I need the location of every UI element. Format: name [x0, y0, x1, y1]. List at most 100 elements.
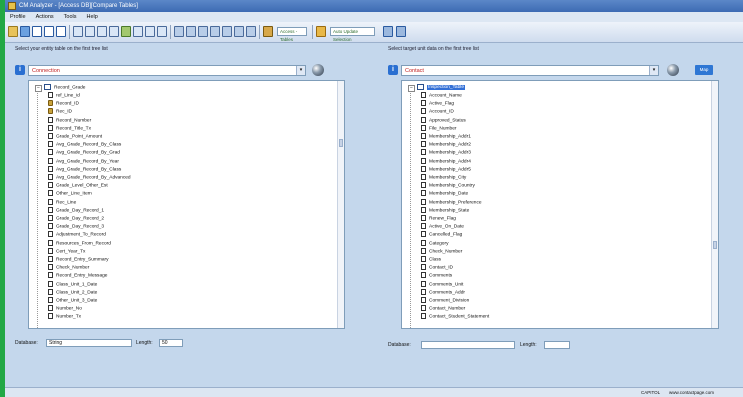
tree-field-node[interactable]: Avg_Grade_Record_By_Class: [48, 165, 121, 173]
view-combo[interactable]: Access - Tables: [277, 27, 307, 42]
map-icon[interactable]: [145, 26, 155, 37]
tree-field-node[interactable]: Record_Title_Tx: [48, 124, 91, 132]
open-icon[interactable]: [8, 26, 18, 37]
tree-field-node[interactable]: Class_Unit_2_Date: [48, 288, 97, 296]
tree-field-node[interactable]: Membership_City: [421, 174, 466, 181]
tree-field-node[interactable]: Membership_Date: [421, 190, 468, 197]
menu-item-help[interactable]: Help: [81, 12, 102, 22]
tree-field-node[interactable]: Resources_From_Record: [48, 239, 111, 247]
tree-field-node[interactable]: Check_Number: [48, 264, 89, 271]
left-database-field[interactable]: String: [46, 339, 132, 347]
tree-field-node[interactable]: Comment_Division: [421, 297, 469, 304]
scroll-thumb[interactable]: [713, 241, 717, 249]
tree-root-node[interactable]: Record_Grade: [44, 84, 85, 91]
filter-icon[interactable]: [186, 26, 196, 37]
tree-field-node[interactable]: Adjustment_To_Record: [48, 231, 106, 238]
tree-field-node[interactable]: Comments: [421, 272, 452, 279]
tree-field-node[interactable]: Number_Tx: [48, 313, 81, 320]
tree-field-node[interactable]: Grade_Day_Record_1: [48, 206, 104, 214]
map-icon[interactable]: [133, 26, 143, 37]
left-length-field[interactable]: 50: [159, 339, 183, 347]
tree-field-node[interactable]: Comments_Addr: [421, 288, 465, 296]
tree-field-node[interactable]: Membership_Addr3: [421, 149, 471, 156]
tree-field-node[interactable]: Rec_ID: [48, 108, 72, 115]
tree-field-node[interactable]: Comments_Unit: [421, 280, 463, 288]
tree-field-node[interactable]: Class_Unit_1_Date: [48, 280, 97, 288]
menu-item-profile[interactable]: Profile: [5, 12, 31, 22]
tree-field-node[interactable]: Avg_Grade_Record_By_Class: [48, 141, 121, 148]
save-icon[interactable]: [20, 26, 30, 37]
folder-icon[interactable]: [316, 26, 326, 37]
tree-field-node[interactable]: Active_Flag: [421, 100, 454, 107]
filter-icon[interactable]: [174, 26, 184, 37]
table-icon[interactable]: [32, 26, 42, 37]
menu-item-actions[interactable]: Actions: [31, 12, 59, 22]
filter-icon[interactable]: [198, 26, 208, 37]
tree-field-node[interactable]: Cert_Year_Tx: [48, 247, 85, 255]
tree-field-node[interactable]: Membership_Country: [421, 182, 475, 189]
connect-globe-icon[interactable]: [312, 64, 324, 76]
tree-field-node[interactable]: Grade_Day_Record_3: [48, 223, 104, 230]
tree-field-node[interactable]: Membership_Addr5: [421, 165, 471, 173]
filter-icon[interactable]: [246, 26, 256, 37]
tree-field-node[interactable]: Rec_Line: [48, 198, 76, 206]
tree-field-node[interactable]: Renew_Flag: [421, 215, 456, 222]
left-tree-scrollbar[interactable]: [337, 81, 344, 328]
filter-icon[interactable]: [234, 26, 244, 37]
tree-field-node[interactable]: Grade_Level_Other_Est: [48, 182, 108, 189]
tree-field-node[interactable]: Contact_Number: [421, 305, 465, 312]
tree-field-node[interactable]: Membership_Addr1: [421, 133, 471, 140]
tree-field-node[interactable]: Membership_Addr4: [421, 157, 471, 165]
tree-field-node[interactable]: Account_Name: [421, 92, 462, 99]
tree-field-node[interactable]: Cancelled_Flag: [421, 231, 462, 238]
tree-field-node[interactable]: Other_Unit_3_Date: [48, 297, 97, 304]
tree-field-node[interactable]: Avg_Grade_Record_By_Year: [48, 157, 119, 165]
tree-field-node[interactable]: Check_Number: [421, 247, 462, 255]
tree-field-node[interactable]: Membership_State: [421, 206, 469, 214]
left-tree-view[interactable]: − Record_Grade ref_Line_id Record_ID Rec_I…: [28, 80, 345, 329]
tree-field-node[interactable]: Active_On_Date: [421, 223, 464, 230]
scroll-thumb[interactable]: [339, 139, 343, 147]
tree-field-node[interactable]: Record_Entry_Summary: [48, 256, 109, 263]
tree-field-node[interactable]: Avg_Grade_Record_By_Grad: [48, 149, 120, 156]
info-icon[interactable]: i: [388, 65, 398, 75]
right-database-field[interactable]: [421, 341, 515, 349]
connect-globe-icon[interactable]: [667, 64, 679, 76]
grid-icon[interactable]: [109, 26, 119, 37]
right-tree-view[interactable]: − Inspection_Table Account_Name Active_Fl…: [401, 80, 719, 329]
chart-icon[interactable]: [263, 26, 273, 37]
print-icon[interactable]: [383, 26, 393, 37]
tree-field-node[interactable]: Record_ID: [48, 100, 79, 107]
collapse-icon[interactable]: −: [35, 85, 42, 92]
tree-field-node[interactable]: Account_ID: [421, 108, 454, 115]
grid-icon[interactable]: [85, 26, 95, 37]
map-button[interactable]: Map: [695, 65, 713, 75]
tree-root-node[interactable]: Inspection_Table: [417, 84, 466, 91]
right-target-dropdown[interactable]: Contact ▾: [401, 65, 659, 76]
chevron-down-icon[interactable]: ▾: [296, 66, 305, 75]
filter-icon[interactable]: [222, 26, 232, 37]
export-icon[interactable]: [396, 26, 406, 37]
tree-field-node[interactable]: Grade_Day_Record_2: [48, 215, 104, 222]
tree-field-node[interactable]: Avg_Grade_Record_By_Advanced: [48, 174, 131, 181]
right-tree-scrollbar[interactable]: [711, 81, 718, 328]
tree-field-node[interactable]: Category: [421, 239, 448, 247]
map-icon[interactable]: [157, 26, 167, 37]
table-icon[interactable]: [56, 26, 66, 37]
refresh-icon[interactable]: [121, 26, 131, 37]
table-icon[interactable]: [44, 26, 54, 37]
menu-item-tools[interactable]: Tools: [59, 12, 82, 22]
grid-icon[interactable]: [97, 26, 107, 37]
tree-field-node[interactable]: Contact_Student_Statement: [421, 313, 489, 320]
tree-field-node[interactable]: Approved_Status: [421, 116, 466, 124]
right-length-field[interactable]: [544, 341, 570, 349]
left-source-dropdown[interactable]: Connection ▾: [28, 65, 306, 76]
tree-field-node[interactable]: Grade_Point_Amount: [48, 133, 102, 140]
tree-field-node[interactable]: Record_Entry_Message: [48, 272, 107, 279]
filter-icon[interactable]: [210, 26, 220, 37]
tree-field-node[interactable]: Other_Line_Item: [48, 190, 92, 197]
tree-field-node[interactable]: Contact_ID: [421, 264, 453, 271]
tree-field-node[interactable]: Membership_Preference: [421, 198, 482, 206]
update-combo[interactable]: Auto Update Selection: [330, 27, 375, 42]
collapse-icon[interactable]: −: [408, 85, 415, 92]
